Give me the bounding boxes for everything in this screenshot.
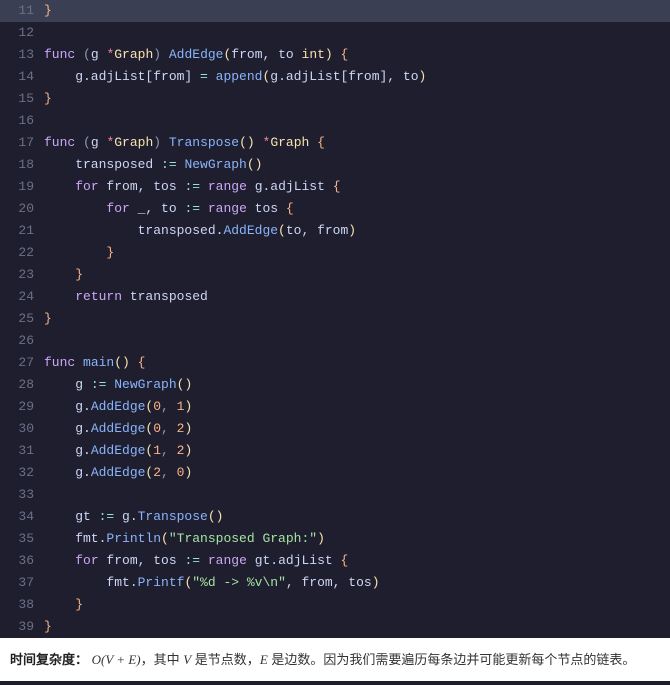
code-content: for from, tos := range g.adjList {: [44, 176, 670, 198]
code-content: transposed.AddEdge(to, from): [44, 220, 670, 242]
code-content: for _, to := range tos {: [44, 198, 670, 220]
code-content: fmt.Printf("%d -> %v\n", from, tos): [44, 572, 670, 594]
code-line: 31 g.AddEdge(1, 2): [0, 440, 670, 462]
line-number: 39: [0, 616, 44, 638]
code-line: 27func main() {: [0, 352, 670, 374]
code-content: func (g *Graph) Transpose() *Graph {: [44, 132, 670, 154]
code-line: 26: [0, 330, 670, 352]
complexity-note: 时间复杂度： O(V + E)，其中 V 是节点数，E 是边数。因为我们需要遍历…: [0, 638, 670, 681]
code-content: gt := g.Transpose(): [44, 506, 670, 528]
code-line: 21 transposed.AddEdge(to, from): [0, 220, 670, 242]
code-line: 30 g.AddEdge(0, 2): [0, 418, 670, 440]
code-content: }: [44, 88, 670, 110]
code-line: 17func (g *Graph) Transpose() *Graph {: [0, 132, 670, 154]
line-number: 35: [0, 528, 44, 550]
code-line: 18 transposed := NewGraph(): [0, 154, 670, 176]
code-line: 25}: [0, 308, 670, 330]
line-number: 15: [0, 88, 44, 110]
code-content: [44, 22, 670, 44]
code-content: }: [44, 616, 670, 638]
footer-text: ，其中: [141, 652, 184, 667]
complexity-formula: O(V + E): [92, 652, 141, 667]
line-number: 20: [0, 198, 44, 220]
code-content: }: [44, 594, 670, 616]
line-number: 21: [0, 220, 44, 242]
line-number: 17: [0, 132, 44, 154]
code-line: 23 }: [0, 264, 670, 286]
line-number: 33: [0, 484, 44, 506]
code-content: }: [44, 308, 670, 330]
line-number: 28: [0, 374, 44, 396]
line-number: 12: [0, 22, 44, 44]
code-content: return transposed: [44, 286, 670, 308]
code-content: }: [44, 242, 670, 264]
code-content: [44, 484, 670, 506]
code-line: 16: [0, 110, 670, 132]
line-number: 18: [0, 154, 44, 176]
line-number: 38: [0, 594, 44, 616]
line-number: 37: [0, 572, 44, 594]
code-content: [44, 330, 670, 352]
code-line: 36 for from, tos := range gt.adjList {: [0, 550, 670, 572]
line-number: 19: [0, 176, 44, 198]
code-line: 15}: [0, 88, 670, 110]
code-line: 39}: [0, 616, 670, 638]
code-content: g.adjList[from] = append(g.adjList[from]…: [44, 66, 670, 88]
code-content: g.AddEdge(0, 2): [44, 418, 670, 440]
code-line: 29 g.AddEdge(0, 1): [0, 396, 670, 418]
code-line: 19 for from, tos := range g.adjList {: [0, 176, 670, 198]
code-content: g.AddEdge(0, 1): [44, 396, 670, 418]
code-line: 34 gt := g.Transpose(): [0, 506, 670, 528]
code-line: 35 fmt.Println("Transposed Graph:"): [0, 528, 670, 550]
line-number: 31: [0, 440, 44, 462]
code-content: func main() {: [44, 352, 670, 374]
code-line: 14 g.adjList[from] = append(g.adjList[fr…: [0, 66, 670, 88]
code-line: 12: [0, 22, 670, 44]
code-line: 20 for _, to := range tos {: [0, 198, 670, 220]
code-content: func (g *Graph) AddEdge(from, to int) {: [44, 44, 670, 66]
code-line: 13func (g *Graph) AddEdge(from, to int) …: [0, 44, 670, 66]
line-number: 25: [0, 308, 44, 330]
code-line: 38 }: [0, 594, 670, 616]
code-content: }: [44, 264, 670, 286]
code-line: 33: [0, 484, 670, 506]
line-number: 26: [0, 330, 44, 352]
line-number: 24: [0, 286, 44, 308]
complexity-label: 时间复杂度：: [10, 652, 88, 667]
line-number: 16: [0, 110, 44, 132]
code-content: g.AddEdge(2, 0): [44, 462, 670, 484]
var-e: E: [260, 652, 268, 667]
footer-text: 是节点数，: [191, 652, 260, 667]
code-line: 24 return transposed: [0, 286, 670, 308]
code-content: }: [44, 0, 670, 22]
code-content: g.AddEdge(1, 2): [44, 440, 670, 462]
code-content: transposed := NewGraph(): [44, 154, 670, 176]
line-number: 14: [0, 66, 44, 88]
line-number: 34: [0, 506, 44, 528]
code-line: 37 fmt.Printf("%d -> %v\n", from, tos): [0, 572, 670, 594]
code-line: 28 g := NewGraph(): [0, 374, 670, 396]
code-content: [44, 110, 670, 132]
code-line: 11}: [0, 0, 670, 22]
var-v: V: [183, 652, 191, 667]
line-number: 13: [0, 44, 44, 66]
line-number: 36: [0, 550, 44, 572]
line-number: 29: [0, 396, 44, 418]
code-line: 22 }: [0, 242, 670, 264]
code-content: g := NewGraph(): [44, 374, 670, 396]
line-number: 22: [0, 242, 44, 264]
code-content: for from, tos := range gt.adjList {: [44, 550, 670, 572]
code-editor: 11} 12 13func (g *Graph) AddEdge(from, t…: [0, 0, 670, 638]
line-number: 30: [0, 418, 44, 440]
line-number: 11: [0, 0, 44, 22]
line-number: 32: [0, 462, 44, 484]
footer-text: 是边数。因为我们需要遍历每条边并可能更新每个节点的链表。: [268, 652, 636, 667]
line-number: 23: [0, 264, 44, 286]
line-number: 27: [0, 352, 44, 374]
code-content: fmt.Println("Transposed Graph:"): [44, 528, 670, 550]
code-line: 32 g.AddEdge(2, 0): [0, 462, 670, 484]
